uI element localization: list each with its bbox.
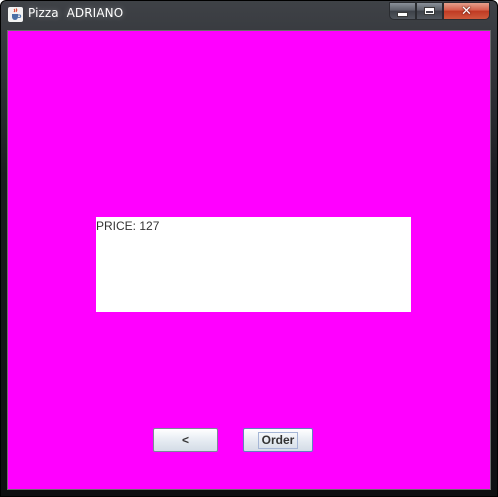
price-label: PRICE: 127	[96, 219, 160, 233]
application-window: Pizza ADRIANO ✕ PRICE: 127 < Order	[0, 0, 498, 497]
maximize-button[interactable]	[416, 2, 443, 20]
order-button-label: Order	[257, 431, 299, 449]
java-cup-icon	[8, 7, 23, 22]
maximize-icon	[424, 7, 435, 15]
title-bar[interactable]: Pizza ADRIANO ✕	[1, 1, 497, 27]
close-icon: ✕	[461, 3, 472, 19]
minimize-button[interactable]	[389, 2, 416, 20]
order-button[interactable]: Order	[243, 428, 313, 452]
back-button[interactable]: <	[153, 428, 218, 452]
minimize-icon	[397, 12, 408, 17]
back-button-label: <	[181, 433, 189, 447]
window-title: Pizza ADRIANO	[28, 6, 124, 20]
content-panel: PRICE: 127 < Order	[7, 30, 491, 490]
price-text-area: PRICE: 127	[96, 217, 411, 312]
close-button[interactable]: ✕	[443, 2, 490, 20]
